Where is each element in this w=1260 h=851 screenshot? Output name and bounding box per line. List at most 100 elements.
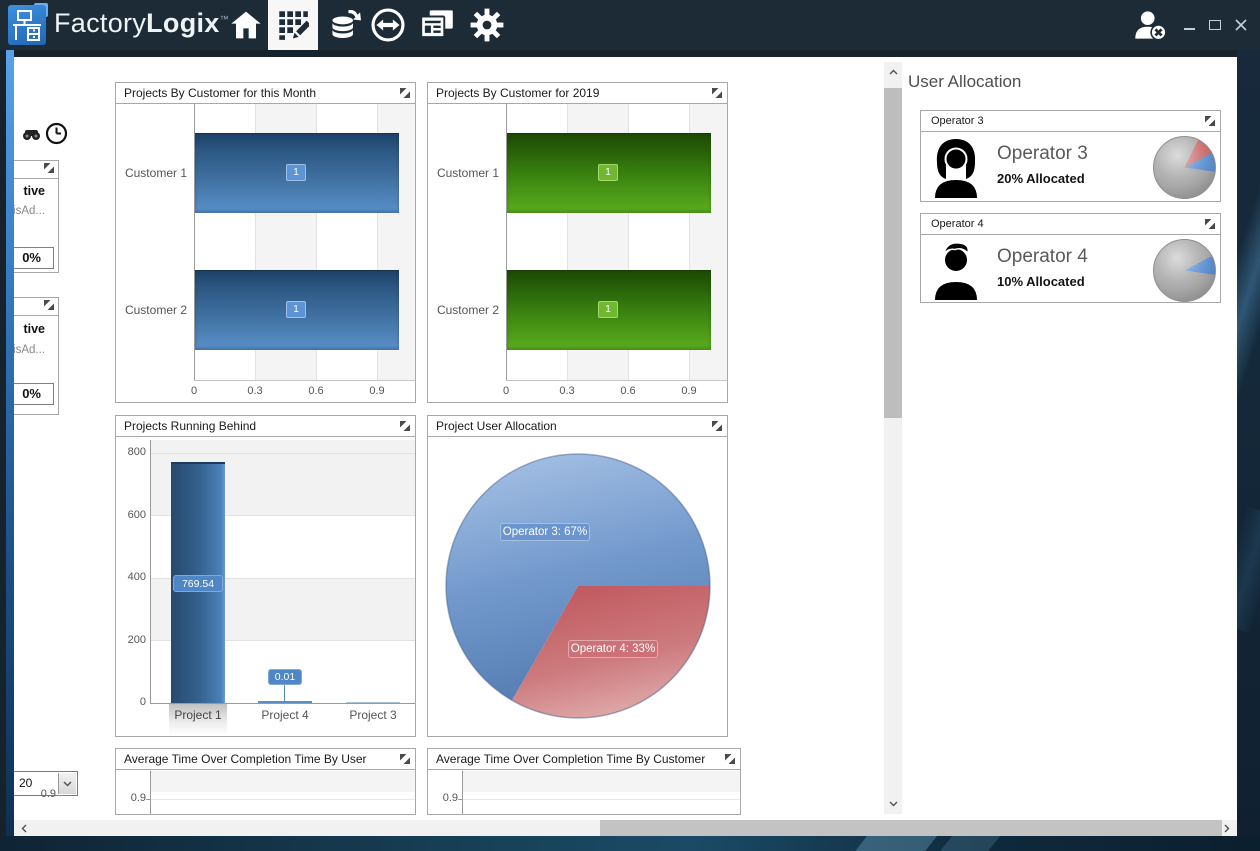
expand-icon[interactable] — [44, 300, 54, 310]
chart-title: Average Time Over Completion Time By Cus… — [428, 749, 740, 770]
scroll-down-button[interactable] — [884, 796, 902, 812]
title-bar: FactoryLogix™ — [0, 0, 1260, 50]
allocation-mini-pie[interactable] — [1153, 136, 1216, 199]
vertical-scrollbar[interactable] — [884, 62, 902, 814]
cutoff-status-text: tive — [14, 322, 45, 336]
expand-icon[interactable] — [400, 754, 410, 764]
news-nav-button[interactable] — [419, 8, 455, 42]
home-icon — [230, 10, 262, 40]
newspaper-icon — [420, 9, 454, 41]
expand-icon[interactable] — [44, 163, 54, 173]
allocation-percent: 20% Allocated — [997, 171, 1085, 186]
dashboard-panel: tive gisAd... 0% tive gisAd... 0% 20 0.9… — [14, 57, 1237, 836]
chart-card-avg-time-by-user: Average Time Over Completion Time By Use… — [115, 748, 416, 815]
gear-icon — [470, 8, 504, 42]
chart-card-projects-running-behind: Projects Running Behind 800 600 400 200 … — [115, 415, 416, 737]
brand-factory: Factory — [54, 8, 146, 38]
category-label: Customer 2 — [116, 303, 187, 317]
vertical-scroll-thumb[interactable] — [884, 88, 902, 418]
chart-title: Projects By Customer for this Month — [116, 83, 415, 104]
chevron-left-icon — [21, 824, 27, 833]
category-label: Project 1 — [163, 708, 233, 722]
chevron-up-icon — [889, 69, 898, 75]
close-button[interactable] — [1228, 0, 1254, 50]
expand-icon[interactable] — [400, 421, 410, 431]
x-tick: 0.3 — [552, 385, 582, 397]
plot-area: 800 600 400 200 0 769.54 0.01 Project 1 … — [116, 437, 415, 736]
chart-card-projects-by-customer-2019: Projects By Customer for 2019 1 1 Custom… — [427, 82, 728, 403]
label-callout-line — [284, 685, 285, 702]
bar-project-3[interactable] — [346, 702, 400, 703]
x-tick: 0.9 — [362, 385, 392, 397]
cutoff-percent-field[interactable]: 0% — [14, 247, 54, 269]
scroll-right-button[interactable] — [1219, 820, 1235, 836]
chart-card-projects-by-customer-month: Projects By Customer for this Month 1 1 … — [115, 82, 416, 403]
scroll-left-button[interactable] — [16, 820, 32, 836]
window-bottom-frame — [0, 836, 1260, 851]
grid-pencil-icon — [277, 9, 309, 41]
app-logo — [8, 5, 46, 45]
cutoff-username-text: gisAd... — [14, 344, 45, 356]
pie-slice-label: Operator 3: 67% — [500, 523, 590, 541]
operator-4-card: Operator 4 Operator 4 10% Allocated — [920, 213, 1221, 303]
expand-icon[interactable] — [725, 754, 735, 764]
bar-project-4[interactable] — [258, 701, 312, 703]
y-tick: 600 — [116, 509, 146, 521]
chart-title: Project User Allocation — [428, 416, 727, 437]
cutoff-percent-field[interactable]: 0% — [14, 383, 54, 405]
card-title: Operator 3 — [921, 111, 1220, 132]
window-controls — [1176, 0, 1254, 50]
axis-tick-mark — [146, 799, 150, 800]
chevron-down-icon — [889, 801, 898, 807]
y-tick: 400 — [116, 571, 146, 583]
bar-value-label: 1 — [598, 164, 618, 181]
x-tick: 0.6 — [301, 385, 331, 397]
allocation-mini-pie[interactable] — [1153, 239, 1216, 302]
female-avatar — [929, 138, 983, 198]
scroll-up-button[interactable] — [884, 64, 902, 80]
expand-icon[interactable] — [400, 88, 410, 98]
x-tick: 0 — [496, 385, 516, 397]
chevron-right-icon — [1224, 824, 1230, 833]
operator-3-card: Operator 3 Operator 3 20% Allocated — [920, 110, 1221, 202]
allocation-percent: 10% Allocated — [997, 274, 1085, 289]
plot-area: Operator 3: 67% Operator 4: 33% — [428, 437, 727, 736]
cutoff-username-text: gisAd... — [14, 205, 45, 217]
expand-icon[interactable] — [1205, 219, 1215, 229]
desk-logo-icon — [8, 5, 46, 45]
frame-streak — [935, 836, 1003, 851]
bar-value-label: 0.01 — [268, 669, 302, 685]
horizontal-scroll-thumb[interactable] — [600, 820, 1222, 836]
horizontal-scrollbar[interactable] — [14, 820, 1237, 836]
home-nav-button[interactable] — [228, 8, 264, 42]
user-allocation-heading: User Allocation — [908, 72, 1021, 92]
expand-icon[interactable] — [712, 421, 722, 431]
combobox-dropdown-button[interactable] — [58, 773, 76, 794]
pie-slice-label: Operator 4: 33% — [568, 640, 658, 658]
binoculars-icon[interactable] — [22, 127, 41, 141]
chart-title: Average Time Over Completion Time By Use… — [116, 749, 415, 770]
dashboard-nav-button-active[interactable] — [268, 0, 318, 50]
clock-icon[interactable] — [45, 122, 68, 145]
pie-gloss — [1154, 137, 1215, 198]
frame-streak — [1237, 159, 1260, 430]
y-tick: 0.9 — [428, 792, 458, 804]
plot-area: 0.9 — [428, 770, 740, 814]
x-tick: 0.9 — [674, 385, 704, 397]
transfer-nav-button[interactable] — [370, 8, 406, 42]
settings-nav-button[interactable] — [469, 8, 505, 42]
data-import-nav-button[interactable] — [327, 8, 363, 42]
maximize-button[interactable] — [1202, 0, 1228, 50]
plot-area: 0.9 — [116, 770, 415, 814]
logout-user-button[interactable] — [1132, 8, 1168, 42]
bar-value-label: 1 — [286, 301, 306, 318]
expand-icon[interactable] — [1205, 116, 1215, 126]
bar-value-label: 769.54 — [173, 575, 223, 592]
expand-icon[interactable] — [712, 88, 722, 98]
axis-tick-mark — [58, 795, 63, 796]
plot-area: 1 1 Customer 1 Customer 2 0 0.3 0.6 0.9 — [428, 104, 727, 402]
frame-streak — [1237, 506, 1260, 634]
minimize-button[interactable] — [1176, 0, 1202, 50]
chart-card-project-user-allocation: Project User Allocation Operator 3: 67% — [427, 415, 728, 737]
y-tick: 0 — [116, 696, 146, 708]
